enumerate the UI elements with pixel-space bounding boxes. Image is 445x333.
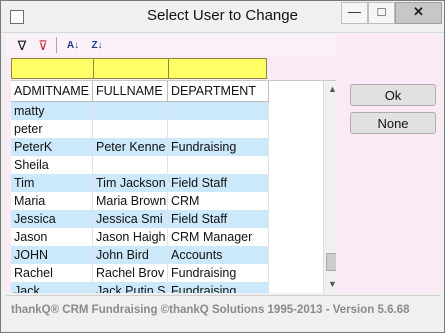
- table-row[interactable]: Tim Tim Jackson Field Staff: [11, 174, 269, 192]
- cell-fullname: Peter Kenne: [93, 138, 168, 156]
- scroll-up-icon[interactable]: ▲: [324, 81, 336, 98]
- table-row[interactable]: Rachel Rachel Brov Fundraising: [11, 264, 269, 282]
- table-row[interactable]: PeterK Peter Kenne Fundraising: [11, 138, 269, 156]
- filter-cell-department[interactable]: [169, 59, 265, 78]
- table-row[interactable]: JOHN John Bird Accounts: [11, 246, 269, 264]
- title-bar: Select User to Change — □ ✕: [1, 1, 444, 33]
- cell-admitname: Jack: [11, 282, 93, 293]
- table-row[interactable]: Maria Maria Brown CRM: [11, 192, 269, 210]
- button-pane: Ok None: [346, 36, 440, 292]
- users-grid: ADMITNAME FULLNAME DEPARTMENT matty pete…: [11, 80, 336, 293]
- scroll-down-icon[interactable]: ▼: [324, 276, 336, 293]
- cell-admitname: Jason: [11, 228, 93, 246]
- cell-department: Fundraising: [168, 138, 269, 156]
- column-header-admitname[interactable]: ADMITNAME: [11, 81, 93, 101]
- cell-department: [168, 102, 269, 120]
- cell-admitname: PeterK: [11, 138, 93, 156]
- cell-department: Fundraising: [168, 282, 269, 293]
- cell-fullname: [93, 156, 168, 174]
- cell-admitname: JOHN: [11, 246, 93, 264]
- column-header-fullname[interactable]: FULLNAME: [93, 81, 168, 101]
- ok-button[interactable]: Ok: [350, 84, 436, 106]
- cell-admitname: Jessica: [11, 210, 93, 228]
- cell-admitname: Maria: [11, 192, 93, 210]
- cell-department: Field Staff: [168, 174, 269, 192]
- sort-za-icon[interactable]: Z↓: [88, 37, 106, 55]
- table-row[interactable]: Sheila: [11, 156, 269, 174]
- cell-department: Fundraising: [168, 264, 269, 282]
- cell-admitname: matty: [11, 102, 93, 120]
- cell-fullname: Maria Brown: [93, 192, 168, 210]
- cell-department: Field Staff: [168, 210, 269, 228]
- cell-department: [168, 156, 269, 174]
- minimize-button[interactable]: —: [341, 2, 368, 24]
- status-bar: thankQ® CRM Fundraising ©thankQ Solution…: [6, 295, 440, 328]
- cell-fullname: [93, 120, 168, 138]
- cell-department: [168, 120, 269, 138]
- cell-department: CRM: [168, 192, 269, 210]
- cell-fullname: Jessica Smi: [93, 210, 168, 228]
- cell-department: Accounts: [168, 246, 269, 264]
- cell-fullname: Jack Putin S: [93, 282, 168, 293]
- column-header-department[interactable]: DEPARTMENT: [168, 81, 269, 101]
- version-text: thankQ® CRM Fundraising ©thankQ Solution…: [11, 304, 410, 316]
- cell-fullname: Tim Jackson: [93, 174, 168, 192]
- table-row[interactable]: peter: [11, 120, 269, 138]
- cell-fullname: [93, 102, 168, 120]
- filter-cell-fullname[interactable]: [94, 59, 169, 78]
- cell-fullname: Jason Haigh: [93, 228, 168, 246]
- cell-admitname: Rachel: [11, 264, 93, 282]
- table-row[interactable]: Jessica Jessica Smi Field Staff: [11, 210, 269, 228]
- dialog-window: Select User to Change — □ ✕ ∇ ⊽ A↓ Z↓ AD…: [0, 0, 445, 333]
- cell-admitname: peter: [11, 120, 93, 138]
- toolbar: ∇ ⊽ A↓ Z↓: [6, 34, 336, 56]
- maximize-button[interactable]: □: [368, 2, 395, 24]
- none-button[interactable]: None: [350, 112, 436, 134]
- cell-admitname: Sheila: [11, 156, 93, 174]
- cell-admitname: Tim: [11, 174, 93, 192]
- sort-az-icon[interactable]: A↓: [64, 37, 82, 55]
- table-row[interactable]: matty: [11, 102, 269, 120]
- table-row[interactable]: Jason Jason Haigh CRM Manager: [11, 228, 269, 246]
- scroll-thumb[interactable]: [326, 253, 336, 271]
- clear-filter-icon[interactable]: ⊽: [34, 37, 52, 55]
- vertical-scrollbar[interactable]: ▲ ▼: [323, 81, 336, 293]
- toolbar-separator: [56, 37, 57, 53]
- cell-department: CRM Manager: [168, 228, 269, 246]
- grid-header: ADMITNAME FULLNAME DEPARTMENT: [11, 81, 269, 102]
- cell-fullname: John Bird: [93, 246, 168, 264]
- close-button[interactable]: ✕: [395, 2, 442, 24]
- table-row[interactable]: Jack Jack Putin S Fundraising: [11, 282, 269, 293]
- filter-icon[interactable]: ∇: [13, 37, 31, 55]
- cell-fullname: Rachel Brov: [93, 264, 168, 282]
- filter-cell-admitname[interactable]: [12, 59, 94, 78]
- filter-row: [11, 58, 267, 79]
